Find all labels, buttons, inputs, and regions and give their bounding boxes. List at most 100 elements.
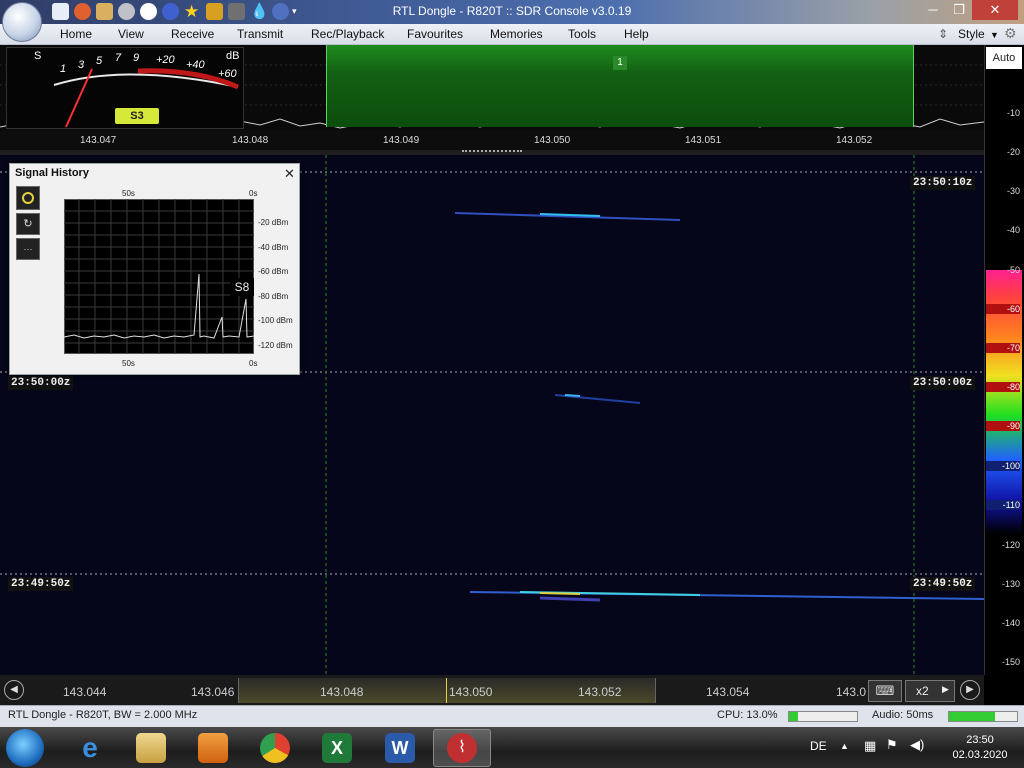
tuning-tick: 143.052 (578, 685, 622, 699)
timestamp-label: 23:50:00z (910, 376, 976, 390)
vfo-marker[interactable]: 1 (613, 56, 627, 70)
level-tick: -100 (986, 461, 1020, 471)
start-button[interactable] (6, 729, 44, 767)
menu-transmit[interactable]: Transmit (237, 27, 283, 41)
star-icon[interactable]: ★ (184, 3, 201, 20)
device-status: RTL Dongle - R820T, BW = 2.000 MHz (8, 709, 198, 721)
audio-latency: Audio: 50ms (872, 709, 934, 721)
level-tick: -50 (1006, 265, 1020, 275)
splitter-grip[interactable] (462, 150, 522, 154)
freq-tick: 143.050 (534, 135, 571, 146)
tuned-frequency-marker (446, 678, 447, 703)
level-tick: -110 (986, 500, 1020, 510)
word-icon[interactable]: W (385, 733, 415, 763)
scroll-left-button[interactable]: ◀ (4, 680, 24, 700)
level-tick: -90 (986, 421, 1020, 431)
freq-tick: 143.048 (232, 135, 269, 146)
freq-tick: 143.052 (836, 135, 873, 146)
s-label: S (34, 50, 42, 62)
style-arrows-icon[interactable]: ⇕ (938, 27, 948, 41)
signal-history-close-button[interactable]: ✕ (284, 166, 295, 182)
folder-icon[interactable] (96, 3, 113, 20)
menu-help[interactable]: Help (624, 27, 649, 41)
keyboard-icon[interactable]: ⌨ (868, 680, 902, 702)
cpu-usage: CPU: 13.0% (717, 709, 778, 721)
level-tick: -130 (1001, 579, 1020, 589)
menu-favourites[interactable]: Favourites (407, 27, 463, 41)
undo-icon[interactable] (272, 3, 289, 20)
tuning-tick: 143.048 (320, 685, 364, 699)
home-icon[interactable] (52, 3, 69, 20)
history-level-label: -100 dBm (258, 316, 293, 325)
history-time-top-right: 0s (249, 189, 258, 198)
s-scale-3: 3 (78, 59, 85, 71)
level-tick: -80 (986, 382, 1020, 392)
application-orb-button[interactable] (2, 2, 42, 42)
show-hidden-icons[interactable]: ▲ (840, 741, 849, 751)
network-icon[interactable]: ▦ (864, 738, 876, 754)
maximize-button[interactable]: ❐ (946, 0, 972, 20)
minimize-button[interactable]: ─ (920, 0, 946, 20)
drop-icon[interactable]: 💧 (250, 3, 269, 20)
s-scale-plus60: +60 (218, 68, 237, 80)
menu-receive[interactable]: Receive (171, 27, 214, 41)
input-language[interactable]: DE (810, 739, 827, 753)
signal-history-graph (64, 199, 254, 354)
history-level-label: -20 dBm (258, 218, 289, 227)
action-center-flag-icon[interactable]: ⚑ (886, 737, 898, 753)
quick-access-dropdown-icon[interactable]: ▾ (292, 3, 309, 20)
file-explorer-icon[interactable] (136, 733, 166, 763)
audio-progress-bar (948, 711, 1018, 722)
record-circle-icon (22, 192, 34, 204)
history-level-label: -120 dBm (258, 341, 293, 350)
lock-icon[interactable] (206, 3, 223, 20)
timestamp-label: 23:50:00z (8, 376, 74, 390)
settings-gear-icon[interactable]: ⚙ (1004, 25, 1017, 42)
timestamp-label: 23:49:50z (910, 577, 976, 591)
cpu-progress-bar (788, 711, 858, 722)
chrome-icon[interactable] (260, 733, 290, 763)
sdr-console-icon: ⌇ (447, 733, 477, 763)
camera-icon[interactable] (228, 3, 245, 20)
menu-home[interactable]: Home (60, 27, 92, 41)
signal-history-title: Signal History (15, 167, 89, 179)
add-icon[interactable] (162, 3, 179, 20)
reset-button[interactable]: ↻ (16, 213, 40, 235)
menu-rec-playback[interactable]: Rec/Playback (311, 27, 384, 41)
s-scale-plus40: +40 (186, 59, 205, 71)
s-scale-plus20: +20 (156, 54, 175, 66)
more-options-button[interactable]: ··· (16, 238, 40, 260)
style-menu[interactable]: Style (958, 27, 985, 41)
menu-tools[interactable]: Tools (568, 27, 596, 41)
freq-tick: 143.051 (685, 135, 722, 146)
clock-time: 23:50 (966, 734, 994, 746)
zoom-arrow-icon: ▶ (942, 684, 949, 694)
level-tick: -60 (986, 304, 1020, 314)
history-time-bottom-left: 50s (122, 359, 135, 368)
volume-icon[interactable]: ◀) (910, 737, 924, 753)
clock-date: 02.03.2020 (952, 749, 1008, 761)
s-scale-9: 9 (133, 52, 140, 64)
excel-icon[interactable]: X (322, 733, 352, 763)
menu-view[interactable]: View (118, 27, 144, 41)
close-button[interactable]: ✕ (972, 0, 1018, 20)
media-player-icon[interactable] (198, 733, 228, 763)
level-tick: -10 (1006, 108, 1020, 118)
menu-memories[interactable]: Memories (490, 27, 543, 41)
freq-tick: 143.047 (80, 135, 117, 146)
s-scale-5: 5 (96, 55, 103, 67)
history-level-label: -40 dBm (258, 243, 289, 252)
freq-tick: 143.049 (383, 135, 420, 146)
lifebuoy-icon[interactable] (74, 3, 91, 20)
internet-explorer-icon[interactable]: e (75, 733, 105, 763)
db-label: dB (226, 50, 240, 62)
stop-icon[interactable] (140, 3, 157, 20)
play-icon[interactable] (118, 3, 135, 20)
s-meter-reading: S3 (115, 108, 159, 124)
tuning-tick: 143.044 (63, 685, 107, 699)
auto-level-button[interactable]: Auto (986, 47, 1022, 69)
scroll-right-button[interactable]: ▶ (960, 680, 980, 700)
style-dropdown-icon[interactable]: ▼ (990, 30, 999, 40)
system-clock[interactable]: 23:50 02.03.2020 (941, 733, 1019, 763)
s-scale-7: 7 (115, 52, 122, 64)
